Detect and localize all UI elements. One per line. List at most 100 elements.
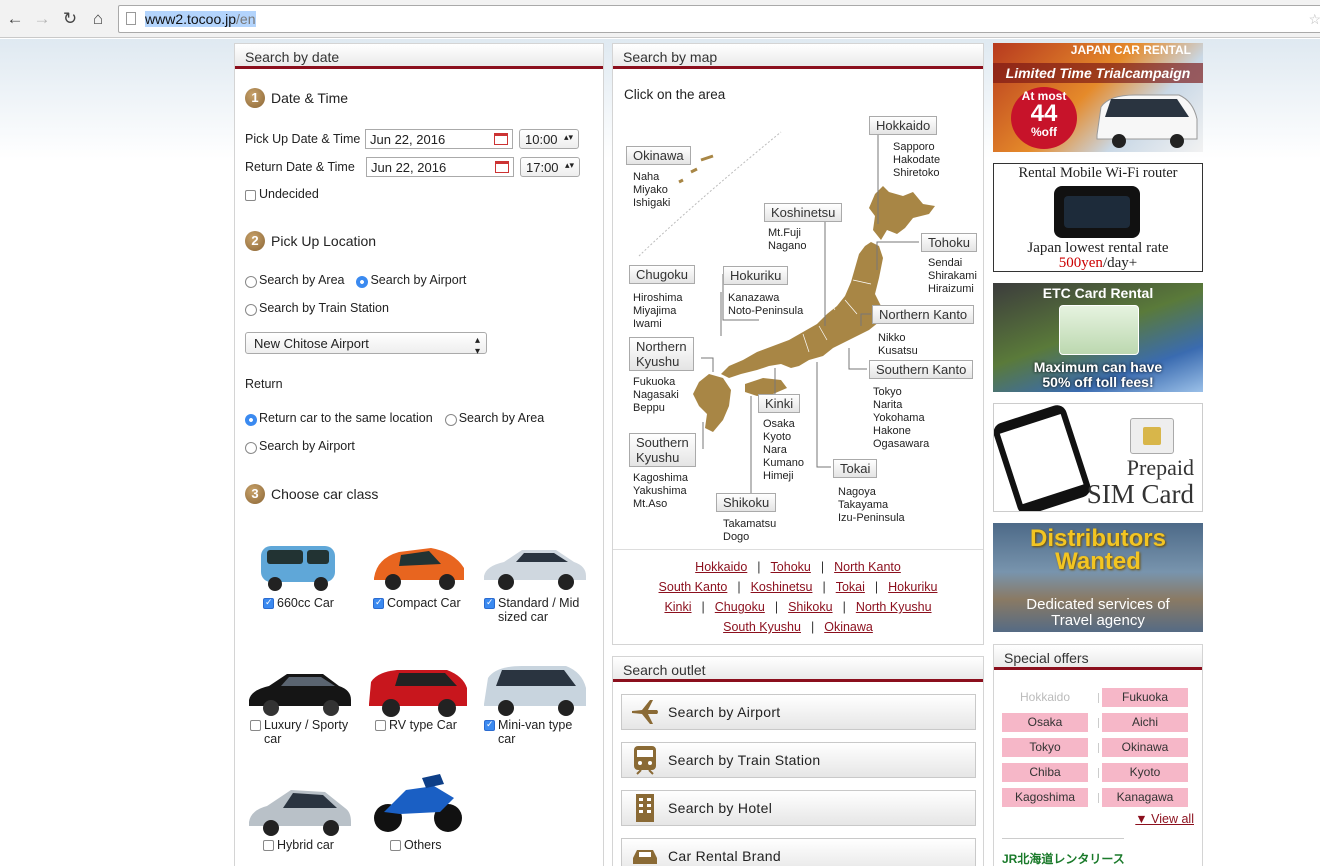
link-koshinetsu[interactable]: Koshinetsu bbox=[751, 580, 813, 594]
offer-fukuoka[interactable]: Fukuoka bbox=[1102, 688, 1188, 707]
car-class-compact[interactable]: Compact Car bbox=[369, 540, 479, 610]
search-airport-label: Search by Airport bbox=[370, 273, 467, 287]
jr-hokkaido-logo[interactable]: JR北海道レンタリース bbox=[1002, 850, 1125, 866]
home-icon[interactable]: ⌂ bbox=[87, 8, 109, 30]
map-label-southern-kanto[interactable]: Southern Kanto bbox=[869, 360, 974, 379]
offer-kyoto[interactable]: Kyoto bbox=[1102, 763, 1188, 782]
search-by-airport-button[interactable]: Search by Airport bbox=[621, 694, 976, 730]
map-label-southern-kyushu[interactable]: Southern Kyushu bbox=[629, 433, 696, 467]
bookmark-star-icon[interactable]: ☆ bbox=[1308, 11, 1320, 28]
map-label-northern-kyushu[interactable]: Northern Kyushu bbox=[629, 337, 694, 371]
car-class-others[interactable]: Others bbox=[370, 768, 480, 852]
calendar-icon[interactable] bbox=[494, 133, 508, 145]
map-label-northern-kanto[interactable]: Northern Kanto bbox=[872, 305, 975, 324]
pickup-date-field[interactable]: Jun 22, 2016 bbox=[365, 129, 513, 149]
wifi-router-banner[interactable]: Rental Mobile Wi-Fi router Japan lowest … bbox=[993, 163, 1203, 272]
offer-okinawa[interactable]: Okinawa bbox=[1102, 738, 1188, 757]
car-class-luxury[interactable]: Luxury / Sporty car bbox=[247, 662, 357, 746]
search-by-hotel-button[interactable]: Search by Hotel bbox=[621, 790, 976, 826]
link-tohoku[interactable]: Tohoku bbox=[771, 560, 811, 574]
map-label-shikoku[interactable]: Shikoku bbox=[716, 493, 777, 512]
return-same-radio[interactable] bbox=[245, 414, 257, 426]
pickup-time-select[interactable]: 10:00 ▴▾ bbox=[519, 129, 579, 149]
car-compact-checkbox[interactable] bbox=[373, 597, 384, 609]
map-label-koshinetsu[interactable]: Koshinetsu bbox=[764, 203, 843, 222]
map-label-kinki[interactable]: Kinki bbox=[758, 394, 801, 413]
link-hokkaido[interactable]: Hokkaido bbox=[695, 560, 747, 574]
smartphone-image bbox=[994, 404, 1093, 511]
offer-tokyo[interactable]: Tokyo bbox=[1002, 738, 1088, 757]
map-label-hokuriku[interactable]: Hokuriku bbox=[723, 266, 789, 285]
car-660cc-checkbox[interactable] bbox=[263, 597, 274, 609]
back-icon[interactable]: ← bbox=[4, 8, 26, 30]
car-others-checkbox[interactable] bbox=[390, 840, 401, 851]
link-hokuriku[interactable]: Hokuriku bbox=[888, 580, 937, 594]
airport-select[interactable]: New Chitose Airport ▴ ▾ bbox=[245, 332, 487, 357]
link-kinki[interactable]: Kinki bbox=[664, 600, 691, 614]
car-luxury-checkbox[interactable] bbox=[250, 720, 261, 731]
return-area-radio[interactable] bbox=[444, 414, 457, 426]
etc-card-image bbox=[1059, 305, 1139, 355]
link-north-kyushu[interactable]: North Kyushu bbox=[856, 600, 932, 614]
search-by-train-button[interactable]: Search by Train Station bbox=[621, 742, 976, 778]
pickup-method-row: Search by Area Search by Airport bbox=[245, 273, 467, 288]
offer-hokkaido[interactable]: Hokkaido bbox=[1002, 688, 1088, 707]
wifi-router-image bbox=[1054, 186, 1140, 238]
link-south-kyushu[interactable]: South Kyushu bbox=[723, 620, 801, 634]
address-bar[interactable]: www2.tocoo.jp/en ☆ bbox=[118, 5, 1320, 33]
sim-card-banner[interactable]: Prepaid SIM Card bbox=[993, 403, 1203, 512]
link-north-kanto[interactable]: North Kanto bbox=[834, 560, 901, 574]
link-chugoku[interactable]: Chugoku bbox=[715, 600, 765, 614]
return-time-select[interactable]: 17:00 ▴▾ bbox=[520, 157, 580, 177]
map-label-tokai[interactable]: Tokai bbox=[833, 459, 878, 478]
offer-aichi[interactable]: Aichi bbox=[1102, 713, 1188, 732]
car-minivan-checkbox[interactable] bbox=[484, 719, 495, 731]
car-standard-checkbox[interactable] bbox=[484, 597, 495, 609]
car-rental-campaign-banner[interactable]: JAPAN CAR RENTAL Limited Time Trialcampa… bbox=[993, 43, 1203, 152]
car-class-standard[interactable]: Standard / Mid sized car bbox=[482, 540, 592, 624]
link-tokai[interactable]: Tokai bbox=[836, 580, 865, 594]
link-okinawa[interactable]: Okinawa bbox=[824, 620, 873, 634]
calendar-icon[interactable] bbox=[495, 161, 509, 173]
return-date-field[interactable]: Jun 22, 2016 bbox=[366, 157, 514, 177]
car-class-rv[interactable]: RV type Car bbox=[367, 662, 477, 732]
forward-icon[interactable]: → bbox=[31, 8, 53, 30]
etc-line2: 50% off toll fees! bbox=[1042, 374, 1154, 390]
divider bbox=[1002, 838, 1124, 839]
cities-chugoku: Hiroshima Miyajima Iwami bbox=[633, 292, 683, 330]
url-text[interactable]: www2.tocoo.jp/en bbox=[145, 11, 256, 27]
car-hybrid-checkbox[interactable] bbox=[263, 840, 274, 851]
map-label-hokkaido[interactable]: Hokkaido bbox=[869, 116, 938, 135]
map-label-tohoku[interactable]: Tohoku bbox=[921, 233, 977, 252]
map-label-okinawa[interactable]: Okinawa bbox=[626, 146, 691, 165]
undecided-checkbox[interactable] bbox=[245, 189, 256, 201]
link-south-kanto[interactable]: South Kanto bbox=[659, 580, 728, 594]
search-train-radio[interactable] bbox=[245, 304, 257, 316]
car-rental-brand-button[interactable]: Car Rental Brand bbox=[621, 838, 976, 866]
car-class-minivan[interactable]: Mini-van type car bbox=[482, 662, 592, 746]
airport-select-value: New Chitose Airport bbox=[254, 336, 369, 351]
search-area-radio[interactable] bbox=[245, 276, 257, 288]
offer-chiba[interactable]: Chiba bbox=[1002, 763, 1088, 782]
distributors-banner[interactable]: Distributors Wanted Dedicated services of… bbox=[993, 523, 1203, 632]
offer-kanagawa[interactable]: Kanagawa bbox=[1102, 788, 1188, 807]
offer-osaka[interactable]: Osaka bbox=[1002, 713, 1088, 732]
step-pickup-location: 2 Pick Up Location bbox=[245, 231, 376, 251]
distributors-line4: Travel agency bbox=[1051, 612, 1145, 629]
return-airport-radio[interactable] bbox=[245, 442, 257, 454]
wifi-suffix: /day+ bbox=[1102, 255, 1138, 271]
view-all-link[interactable]: ▼ View all bbox=[1135, 812, 1194, 826]
offer-kagoshima[interactable]: Kagoshima bbox=[1002, 788, 1088, 807]
undecided-label: Undecided bbox=[259, 187, 319, 201]
car-standard-image bbox=[482, 540, 592, 596]
etc-card-banner[interactable]: ETC Card Rental Maximum can have 50% off … bbox=[993, 283, 1203, 392]
reload-icon[interactable]: ↻ bbox=[59, 8, 81, 30]
car-rv-checkbox[interactable] bbox=[375, 720, 386, 731]
car-class-660cc[interactable]: 660cc Car bbox=[253, 540, 363, 610]
map-label-chugoku[interactable]: Chugoku bbox=[629, 265, 696, 284]
link-shikoku[interactable]: Shikoku bbox=[788, 600, 832, 614]
cities-hokkaido: Sapporo Hakodate Shiretoko bbox=[893, 141, 941, 179]
car-class-hybrid[interactable]: Hybrid car bbox=[247, 782, 357, 852]
pickup-date-value: Jun 22, 2016 bbox=[370, 132, 446, 147]
search-airport-radio[interactable] bbox=[356, 276, 369, 288]
